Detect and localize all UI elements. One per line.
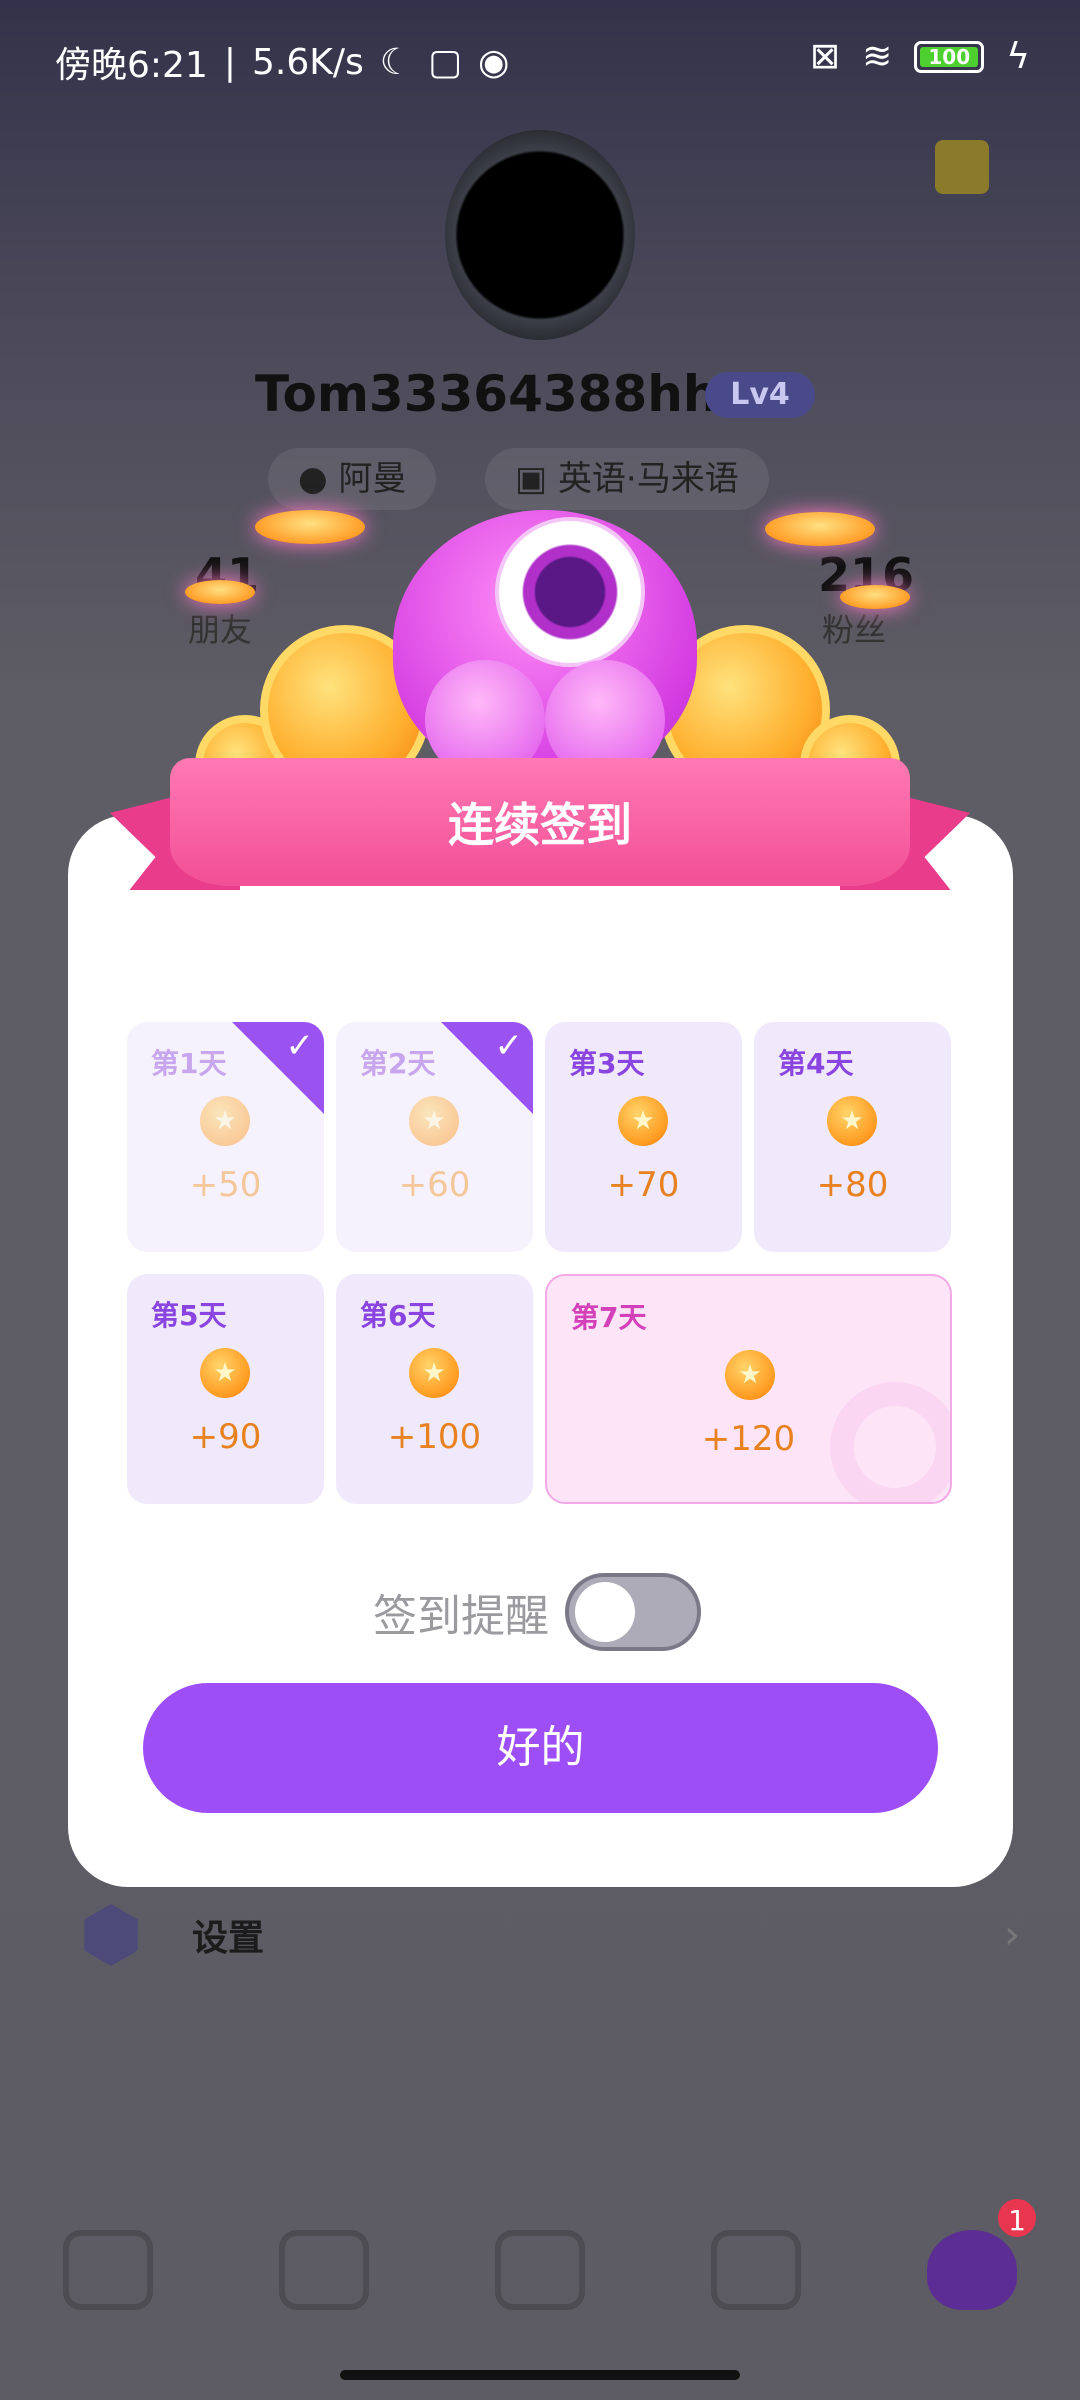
network-speed: 5.6K/s [251,41,364,83]
settings-hexagon-icon [84,1904,138,1966]
check-icon: ✓ [285,1026,315,1066]
day-label: 第7天 [571,1301,647,1334]
day-amount: +120 [701,1419,796,1459]
video-call-icon[interactable] [63,2230,153,2310]
language-tag: ▣ 英语·马来语 [485,448,769,510]
reminder-label: 签到提醒 [373,1591,549,1642]
charging-icon: ϟ [1006,36,1030,77]
notification-icon: ▢ [428,41,463,83]
day-label: 第5天 [151,1299,227,1332]
day-label: 第3天 [569,1047,645,1080]
day-card-3[interactable]: 第3天 ★ +70 [545,1022,742,1252]
star-coin-icon: ★ [200,1348,250,1398]
day-label: 第4天 [778,1047,854,1080]
day-amount: +50 [189,1165,262,1205]
calendar-check-icon[interactable] [935,140,989,194]
day-label: 第1天 [151,1047,227,1080]
day-amount: +60 [398,1165,471,1205]
battery-level: 100 [928,44,971,69]
day-card-7[interactable]: 第7天 ★ +120 [545,1274,952,1504]
star-coin-icon: ★ [200,1096,250,1146]
day-card-6[interactable]: 第6天 ★ +100 [336,1274,533,1504]
username: Tom33364388hhh [255,365,755,423]
fans-count[interactable]: 216 [818,548,914,602]
reminder-toggle[interactable] [565,1573,701,1651]
day-label: 第6天 [360,1299,436,1332]
avatar[interactable] [445,130,635,340]
language-icon: ▣ [515,459,548,499]
reminder-row: 签到提醒 [373,1573,701,1651]
day-amount: +90 [189,1417,262,1457]
planet-icon[interactable] [711,2230,801,2310]
people-icon[interactable] [495,2230,585,2310]
oman-flag-icon: ● [298,459,328,499]
day-card-5[interactable]: 第5天 ★ +90 [127,1274,324,1504]
toggle-knob [575,1582,635,1642]
live-tv-icon[interactable] [279,2230,369,2310]
friends-count[interactable]: 41 [195,548,259,602]
language-label: 英语·马来语 [557,459,739,499]
star-coin-icon: ★ [409,1096,459,1146]
friends-label: 朋友 [188,611,253,649]
day-amount: +80 [816,1165,889,1205]
settings-label: 设置 [192,1918,265,1959]
settings-menu-item[interactable]: 设置 › [80,1900,1020,1970]
day-amount: +100 [387,1417,482,1457]
day-amount: +70 [607,1165,680,1205]
status-time: 傍晚6:21 [55,45,208,86]
wifi-icon: ≋ [862,36,893,77]
status-bar: 傍晚6:21 | 5.6K/s ☾ ▢ ◉ ⊠ ≋ 100 ϟ [55,36,1030,86]
check-icon: ✓ [494,1026,524,1066]
profile-mascot-icon[interactable]: 1 [927,2196,1039,2310]
country-label: 阿曼 [338,459,407,499]
country-tag: ● 阿曼 [268,448,437,510]
fans-label: 粉丝 [822,611,887,649]
ok-button[interactable]: 好的 [143,1683,938,1813]
star-coin-icon: ★ [618,1096,668,1146]
checkin-dialog: ✓ 第1天 ★ +50 ✓ 第2天 ★ +60 第3天 ★ +70 第4天 ★ … [68,815,1013,1887]
bottom-nav: 1 [0,2196,1080,2340]
level-badge: Lv4 [705,372,815,418]
day-label: 第2天 [360,1047,436,1080]
chevron-right-icon: › [1004,1912,1020,1958]
day-card-2[interactable]: ✓ 第2天 ★ +60 [336,1022,533,1252]
day-card-4[interactable]: 第4天 ★ +80 [754,1022,951,1252]
star-coin-icon: ★ [827,1096,877,1146]
star-coin-icon: ★ [725,1350,775,1400]
app-notification-icon: ◉ [478,41,510,83]
day-card-1[interactable]: ✓ 第1天 ★ +50 [127,1022,324,1252]
moon-icon: ☾ [379,41,413,83]
notification-badge: 1 [995,2196,1039,2240]
star-coin-icon: ★ [409,1348,459,1398]
battery-icon: 100 [914,40,985,73]
home-indicator[interactable] [340,2370,740,2380]
sim-off-icon: ⊠ [809,36,841,77]
